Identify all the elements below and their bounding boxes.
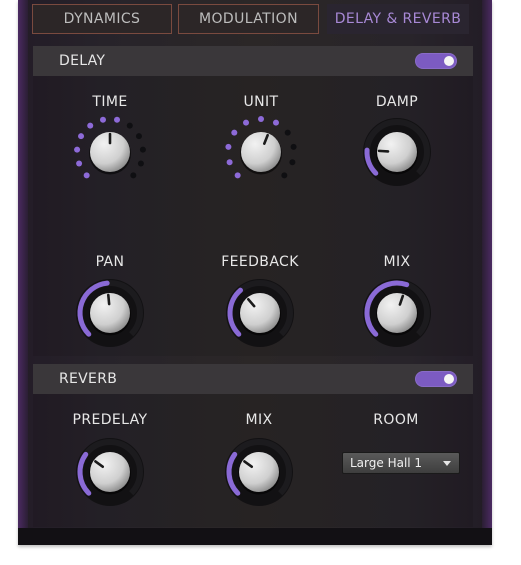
knob-step-dot: [284, 129, 291, 136]
knob-step-dot: [74, 146, 81, 153]
room-select-value: Large Hall 1: [350, 456, 423, 470]
pan-knob[interactable]: [70, 273, 150, 353]
reverb-section-header: REVERB: [33, 364, 473, 394]
knob-step-dot: [258, 116, 264, 122]
knob-step-dot: [272, 119, 279, 126]
tab-delay-reverb-label: DELAY & REVERB: [334, 11, 462, 27]
knob-step-dot: [78, 133, 85, 140]
predelay-knob-label: PREDELAY: [72, 412, 148, 428]
feedback-knob[interactable]: [220, 273, 300, 353]
knob-step-dot: [234, 172, 241, 179]
delay-enable-toggle-knob: [444, 56, 454, 66]
knob-step-dot: [139, 146, 146, 153]
reverb-mix-knob[interactable]: [219, 432, 299, 512]
delay-enable-toggle[interactable]: [415, 53, 457, 69]
knob-body: [377, 293, 417, 333]
damp-knob-label: DAMP: [375, 94, 419, 110]
knob-step-dot: [281, 172, 288, 179]
knob-indicator: [107, 293, 111, 306]
dropdown-arrow-icon: [443, 460, 451, 466]
delay-mix-knob[interactable]: [357, 273, 437, 353]
tab-dynamics-label: DYNAMICS: [63, 11, 141, 27]
delay-section-header: DELAY: [33, 46, 473, 76]
knob-step-dot: [83, 172, 90, 179]
knob-step-dot: [135, 133, 142, 140]
damp-knob[interactable]: [357, 112, 437, 192]
plugin-bottom-bar: [18, 528, 492, 545]
room-select[interactable]: Large Hall 1: [342, 452, 460, 474]
room-label: ROOM: [373, 412, 419, 428]
knob-body: [90, 293, 130, 333]
unit-knob-label: UNIT: [243, 94, 279, 110]
knob-body: [90, 452, 130, 492]
tab-delay-reverb[interactable]: DELAY & REVERB: [327, 4, 469, 34]
knob-step-dot: [243, 119, 250, 126]
knob-step-dot: [87, 122, 94, 129]
predelay-knob[interactable]: [70, 432, 150, 512]
reverb-enable-toggle[interactable]: [415, 371, 457, 387]
knob-indicator: [377, 149, 390, 153]
knob-step-dot: [130, 172, 137, 179]
knob-step-dot: [137, 160, 144, 167]
knob-body: [241, 132, 281, 172]
feedback-knob-label: FEEDBACK: [221, 254, 299, 270]
knob-step-dot: [231, 129, 238, 136]
knob-step-dot: [114, 116, 121, 123]
knob-body: [239, 452, 279, 492]
knob-body: [240, 293, 280, 333]
reverb-section-title: REVERB: [59, 371, 118, 387]
pan-knob-label: PAN: [95, 254, 125, 270]
tab-modulation[interactable]: MODULATION: [178, 4, 319, 34]
delay-section-title: DELAY: [59, 53, 106, 69]
knob-step-dot: [126, 122, 133, 129]
delay-mix-knob-label: MIX: [383, 254, 411, 270]
knob-step-dot: [225, 143, 232, 150]
time-knob-label: TIME: [92, 94, 128, 110]
knob-step-dot: [289, 159, 296, 166]
tab-dynamics[interactable]: DYNAMICS: [32, 4, 172, 34]
unit-knob[interactable]: [221, 112, 301, 192]
reverb-enable-toggle-knob: [444, 374, 454, 384]
time-knob[interactable]: [70, 112, 150, 192]
tab-modulation-label: MODULATION: [199, 11, 298, 27]
knob-step-dot: [290, 143, 297, 150]
reverb-mix-knob-label: MIX: [245, 412, 273, 428]
knob-step-dot: [226, 159, 233, 166]
knob-step-dot: [76, 160, 83, 167]
knob-step-dot: [99, 116, 106, 123]
